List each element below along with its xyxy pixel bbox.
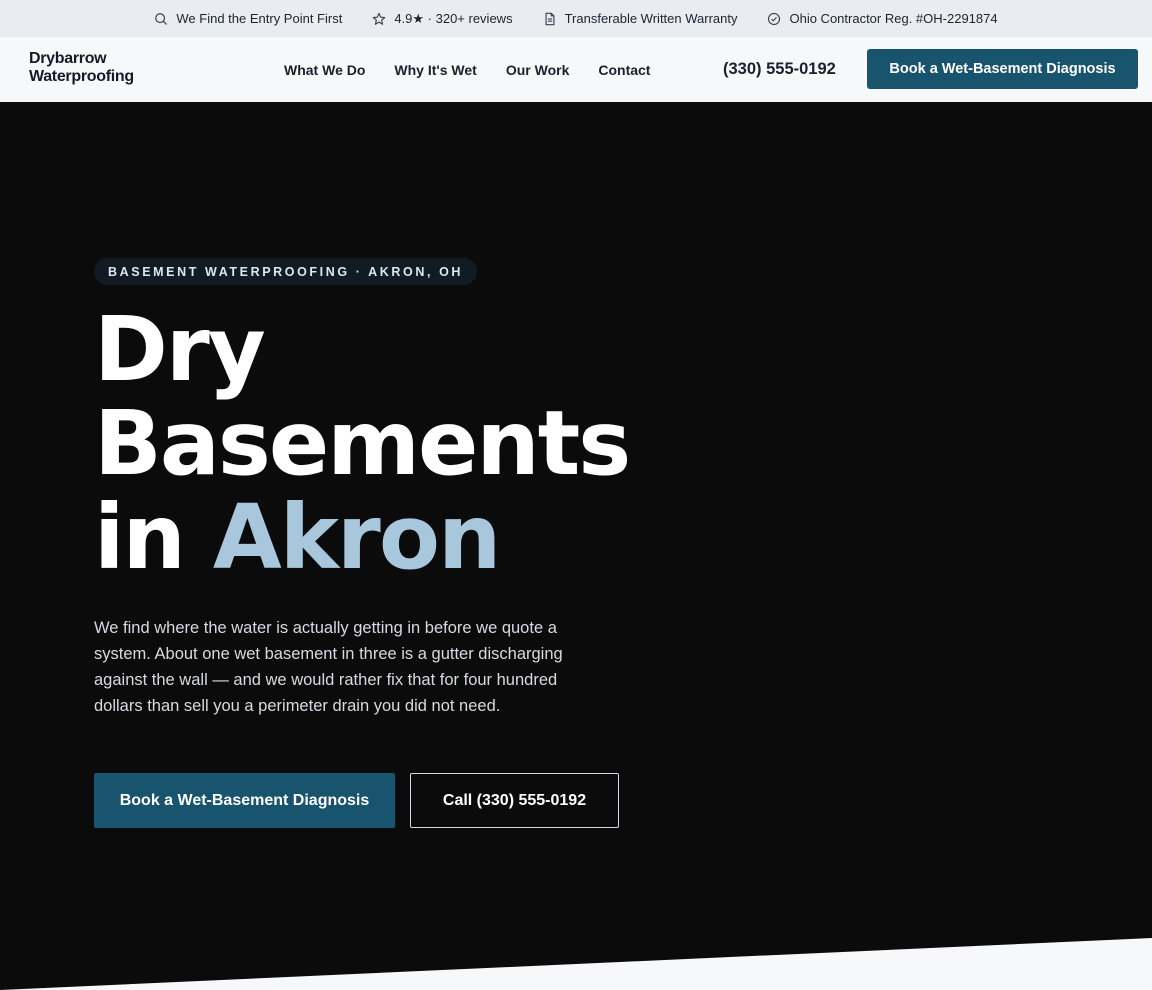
site-header: Drybarrow Waterproofing What We Do Why I… — [0, 37, 1152, 102]
trust-bar: We Find the Entry Point First 4.9★ · 320… — [0, 0, 1152, 37]
document-icon — [543, 12, 557, 26]
hero-call-button[interactable]: Call (330) 555-0192 — [410, 773, 619, 828]
logo-line-2: Waterproofing — [29, 68, 134, 85]
main-nav: What We Do Why It's Wet Our Work Contact — [284, 37, 650, 102]
trust-item-entry-point: We Find the Entry Point First — [154, 11, 342, 26]
hero-eyebrow: BASEMENT WATERPROOFING · AKRON, OH — [94, 258, 478, 285]
search-icon — [154, 12, 168, 26]
headline-line-3: in Akron — [94, 490, 629, 584]
headline-line-2: Basements — [94, 391, 631, 495]
nav-link-why-its-wet[interactable]: Why It's Wet — [394, 62, 476, 78]
headline-line-3-prefix: in — [94, 485, 213, 589]
headline-line-1: Dry — [94, 297, 266, 401]
trust-item-warranty: Transferable Written Warranty — [543, 11, 738, 26]
header-phone-link[interactable]: (330) 555-0192 — [723, 37, 836, 102]
headline-accent-word: Akron — [212, 485, 501, 589]
trust-item-reviews: 4.9★ · 320+ reviews — [372, 10, 513, 27]
nav-link-contact[interactable]: Contact — [598, 62, 650, 78]
trust-item-label: Transferable Written Warranty — [564, 11, 738, 26]
trust-item-label: Ohio Contractor Reg. #OH-2291874 — [789, 11, 998, 26]
star-icon — [372, 12, 386, 26]
trust-item-label: 4.9★ · 320+ reviews — [394, 10, 513, 26]
trust-item-registration: Ohio Contractor Reg. #OH-2291874 — [767, 11, 998, 26]
nav-link-what-we-do[interactable]: What We Do — [284, 62, 365, 78]
nav-link-our-work[interactable]: Our Work — [506, 62, 570, 78]
header-book-diagnosis-button[interactable]: Book a Wet-Basement Diagnosis — [867, 49, 1138, 89]
hero-section: BASEMENT WATERPROOFING · AKRON, OH Dry B… — [0, 102, 1152, 990]
check-circle-icon — [767, 12, 781, 26]
hero-book-diagnosis-button[interactable]: Book a Wet-Basement Diagnosis — [94, 773, 395, 828]
logo-line-1: Drybarrow — [29, 50, 107, 67]
hero-lede: We find where the water is actually gett… — [94, 619, 563, 715]
logo[interactable]: Drybarrow Waterproofing — [29, 50, 134, 86]
trust-item-label: We Find the Entry Point First — [176, 11, 343, 26]
hero-headline: Dry Basements in Akron — [94, 297, 631, 584]
